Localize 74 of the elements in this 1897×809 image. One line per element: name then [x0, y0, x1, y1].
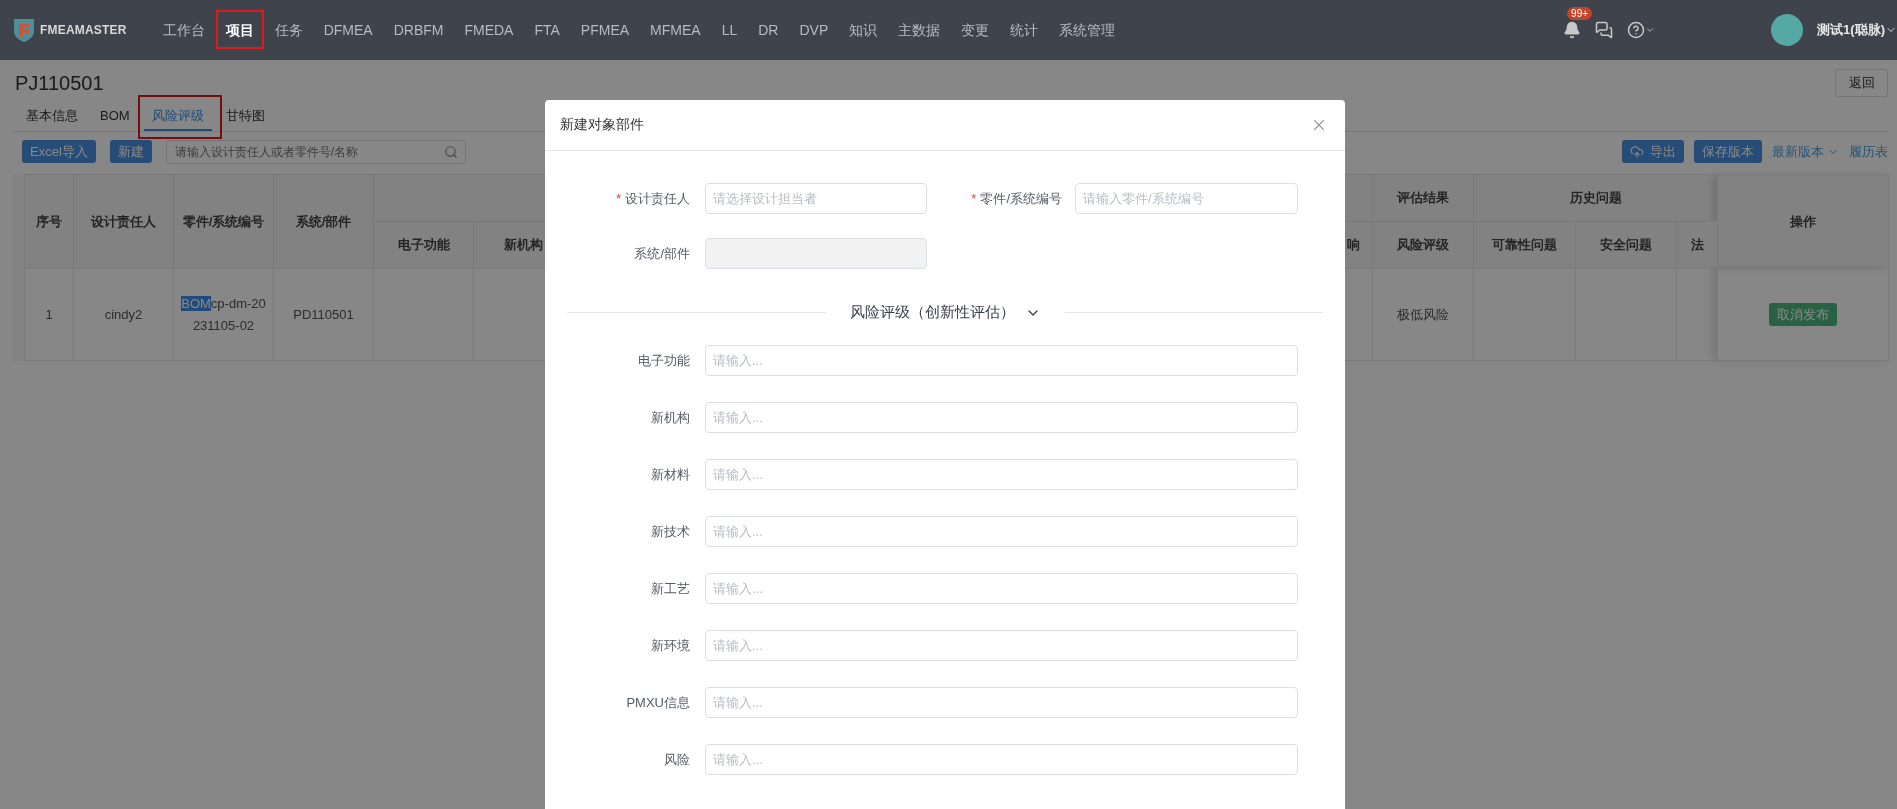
nav-item[interactable]: 知识 [849, 20, 878, 40]
column-header: 电子功能 [373, 221, 474, 269]
input-field[interactable]: 请输入... [705, 744, 1298, 775]
field-label: 风险 [663, 750, 690, 769]
nav-item[interactable]: DRBFM [393, 20, 444, 40]
chat-icon[interactable] [1595, 21, 1614, 39]
table-cell: cindy2 [73, 268, 174, 361]
input-field[interactable]: 请输入... [705, 573, 1298, 604]
table-cell: PD110501 [273, 268, 374, 361]
avatar[interactable] [1771, 14, 1804, 46]
notification-badge: 99+ [1567, 7, 1593, 20]
page-title: PJ110501 [15, 71, 104, 95]
nav-item[interactable]: PFMEA [580, 20, 630, 40]
shield-logo-icon [12, 17, 36, 43]
input-field[interactable]: 请输入... [705, 402, 1298, 433]
table-cell: 1 [24, 268, 74, 361]
input-field[interactable]: 请输入... [705, 687, 1298, 718]
nav-item[interactable]: DR [758, 20, 779, 40]
logo-text: FMEAMASTER [40, 23, 127, 37]
column-header: 安全问题 [1575, 221, 1677, 269]
column-header: 设计责任人 [73, 174, 174, 269]
column-header: 法 [1676, 221, 1718, 269]
group-header: 历史问题 [1473, 174, 1718, 222]
search-field[interactable]: 请输入设计责任人或者零件号/名称 [165, 139, 466, 164]
nav-item[interactable]: DVP [799, 20, 829, 40]
nav-item[interactable]: FMEDA [464, 20, 514, 40]
input-field[interactable]: 请输入... [705, 516, 1298, 547]
back-button[interactable]: 返回 [1835, 69, 1888, 97]
nav-item[interactable]: 工作台 [162, 20, 205, 40]
dialog-title: 新建对象部件 [560, 116, 644, 134]
field-label: 新机构 [650, 408, 690, 427]
column-header: 风险评级 [1372, 221, 1474, 269]
column-header: 零件/系统编号 [173, 174, 274, 269]
help-icon[interactable] [1627, 21, 1656, 39]
field-label: 新材料 [650, 465, 690, 484]
nav-item[interactable]: DFMEA [323, 20, 373, 40]
field-label: 新环境 [650, 636, 690, 655]
table-cell: BOMcp-dm-20231105-02 [173, 268, 274, 361]
section-toggle[interactable]: 风险评级（创新性评估） [845, 303, 1045, 322]
nav-item[interactable]: 项目 [225, 20, 254, 40]
bell-icon[interactable] [1563, 21, 1582, 39]
input-field[interactable]: 请选择设计担当者 [705, 183, 927, 214]
cloud-icon [1630, 144, 1644, 159]
column-header: 系统/部件 [273, 174, 374, 269]
tab[interactable]: 甘特图 [217, 105, 273, 131]
nav-item[interactable]: FTA [534, 20, 560, 40]
nav-item[interactable]: 系统管理 [1059, 20, 1116, 40]
table-cell: 极低风险 [1372, 268, 1474, 361]
column-header: 操作 [1717, 174, 1889, 269]
input-field[interactable]: 请输入... [705, 630, 1298, 661]
nav-item[interactable]: LL [721, 20, 738, 40]
field-label: 系统/部件 [633, 244, 690, 263]
field-label: 电子功能 [637, 351, 690, 370]
tab[interactable]: BOM [92, 105, 138, 131]
user-name[interactable]: 测试1(聪脉) [1817, 21, 1885, 39]
group-header: 评估结果 [1372, 174, 1474, 222]
column-header: 序号 [24, 174, 74, 269]
field-label: 新技术 [650, 522, 690, 541]
nav-item[interactable]: 变更 [961, 20, 990, 40]
column-header: 可靠性问题 [1473, 221, 1576, 269]
tab[interactable]: 基本信息 [18, 105, 86, 131]
field-label: * 零件/系统编号 [970, 189, 1062, 208]
input-field[interactable]: 请输入... [705, 459, 1298, 490]
nav-item[interactable]: MFMEA [650, 20, 701, 40]
nav-item[interactable]: 统计 [1010, 20, 1039, 40]
field-label: * 设计责任人 [614, 189, 690, 208]
field-label: 新工艺 [650, 579, 690, 598]
tab[interactable]: 风险评级 [143, 105, 212, 131]
nav-item[interactable]: 主数据 [898, 20, 941, 40]
field-label: PMXU信息 [625, 693, 690, 712]
input-field[interactable]: 请输入... [705, 345, 1298, 376]
nav-item[interactable]: 任务 [274, 20, 303, 40]
search-icon[interactable] [443, 144, 458, 159]
input-field[interactable]: 请输入零件/系统编号 [1075, 183, 1298, 214]
